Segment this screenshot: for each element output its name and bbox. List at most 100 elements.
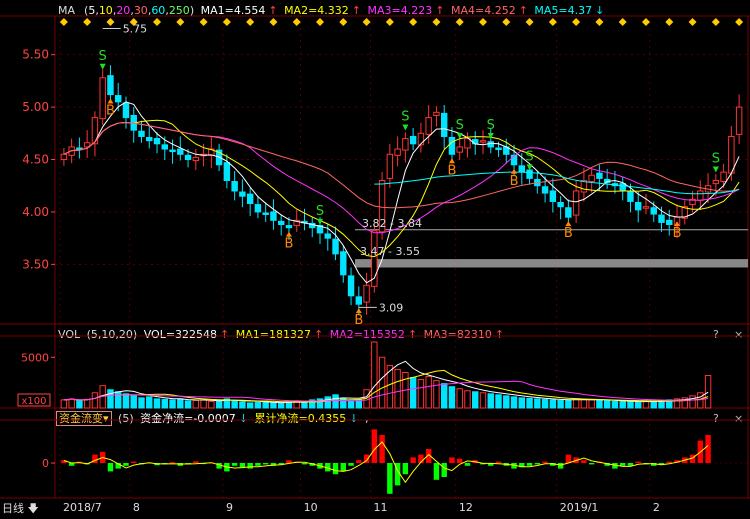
volume-bar bbox=[122, 393, 130, 409]
x-tick-label: 11 bbox=[373, 501, 387, 514]
candle-body bbox=[332, 238, 339, 255]
volume-bar bbox=[177, 398, 184, 409]
volume-bar bbox=[541, 398, 549, 409]
candle-body bbox=[223, 162, 231, 181]
event-marker-icon bbox=[106, 18, 115, 26]
volume-bar bbox=[526, 397, 533, 409]
sell-signal: S bbox=[316, 204, 324, 219]
price-tick-label: 5.00 bbox=[22, 100, 49, 114]
buy-signal: B bbox=[447, 163, 456, 178]
candle-body bbox=[270, 211, 277, 221]
volume-bar bbox=[448, 386, 456, 409]
event-marker-icon bbox=[292, 18, 301, 26]
candle-body bbox=[239, 191, 246, 197]
fund-net-bar bbox=[635, 461, 641, 463]
volume-bar bbox=[91, 392, 99, 409]
event-marker-icon bbox=[153, 18, 162, 26]
volume-bar bbox=[114, 391, 122, 409]
candle-body bbox=[557, 201, 564, 208]
candle-body bbox=[735, 106, 743, 135]
volume-bar bbox=[394, 368, 401, 409]
event-marker-icon bbox=[572, 18, 581, 26]
candle-body bbox=[666, 219, 673, 226]
candle-body bbox=[588, 174, 595, 183]
candle-body bbox=[565, 207, 572, 218]
vol-unit-label: x100 bbox=[21, 396, 46, 407]
candle-body bbox=[635, 201, 642, 211]
sell-arrow-icon bbox=[402, 124, 409, 131]
fund-net-bar bbox=[255, 463, 261, 466]
volume-bar bbox=[588, 399, 595, 409]
candle-body bbox=[184, 154, 192, 161]
volume-bar bbox=[440, 383, 448, 409]
event-marker-icon bbox=[59, 18, 68, 26]
volume-bar bbox=[231, 399, 238, 409]
volume-bar bbox=[324, 396, 331, 409]
volume-bar bbox=[138, 397, 145, 409]
high-label: 5.75 bbox=[123, 22, 148, 35]
volume-bar bbox=[246, 402, 254, 409]
volume-bar bbox=[270, 402, 277, 409]
candle-body bbox=[472, 139, 479, 145]
event-marker-icon bbox=[455, 18, 464, 26]
fund-tick-label: 0 bbox=[42, 457, 49, 470]
volume-bar bbox=[534, 398, 541, 409]
volume-bar bbox=[619, 400, 626, 409]
event-marker-icon bbox=[432, 18, 441, 26]
volume-bar bbox=[557, 399, 564, 409]
fund-net-bar bbox=[356, 460, 362, 463]
volume-bar bbox=[627, 401, 634, 409]
price-tick-label: 3.50 bbox=[22, 257, 49, 271]
volume-bar bbox=[580, 398, 588, 409]
volume-bar bbox=[215, 400, 223, 409]
fund-net-bar bbox=[619, 463, 626, 466]
event-marker-icon bbox=[711, 18, 720, 26]
event-marker-icon bbox=[83, 18, 92, 26]
fund-net-bar bbox=[301, 463, 308, 465]
fund-net-bar bbox=[456, 458, 463, 463]
candle-body bbox=[409, 135, 417, 145]
fund-net-bar bbox=[588, 463, 595, 465]
event-marker-icon bbox=[246, 18, 255, 26]
sell-arrow-icon bbox=[487, 132, 494, 139]
x-tick-label: 2 bbox=[653, 501, 660, 514]
candle-body bbox=[479, 140, 487, 143]
candle-body bbox=[518, 165, 526, 173]
sell-signal: S bbox=[401, 110, 409, 125]
event-marker-icon bbox=[735, 18, 744, 26]
fund-net-bar bbox=[534, 463, 541, 465]
candle-body bbox=[138, 130, 145, 137]
fund-net-bar bbox=[239, 463, 246, 468]
buy-signal: B bbox=[510, 174, 519, 189]
stock-chart: 5.50 5.00 4.50 4.00 3.50 5000 x100 0 2018/7 8 9 10 1… bbox=[0, 15, 750, 514]
event-marker-icon bbox=[502, 18, 511, 26]
sell-signal: S bbox=[525, 149, 533, 164]
vol-tick-label: 5000 bbox=[21, 351, 49, 364]
event-marker-icon bbox=[548, 18, 557, 26]
event-marker-icon bbox=[641, 18, 650, 26]
candle-body bbox=[425, 117, 432, 135]
candle-body bbox=[541, 186, 549, 194]
candle-body bbox=[122, 102, 130, 119]
candle-body bbox=[277, 220, 285, 226]
fund-net-bar bbox=[441, 463, 447, 477]
candle-body bbox=[114, 95, 122, 103]
buy-arrow-icon bbox=[355, 308, 362, 314]
fund-net-bar bbox=[247, 463, 253, 469]
volume-bar bbox=[487, 393, 494, 409]
candle-body bbox=[596, 172, 603, 179]
event-marker-icon bbox=[222, 18, 231, 26]
candle-body bbox=[456, 146, 463, 153]
x-tick-label: 2018/7 bbox=[63, 501, 102, 514]
candle-body bbox=[386, 153, 394, 179]
candle-body bbox=[246, 193, 254, 205]
support-band bbox=[355, 259, 748, 268]
fund-net-bar bbox=[169, 462, 176, 464]
candle-body bbox=[107, 75, 114, 96]
fund-net-bar bbox=[542, 461, 548, 463]
candle-body bbox=[99, 77, 106, 120]
candle-body bbox=[642, 206, 650, 209]
buy-signal: B bbox=[354, 313, 363, 328]
fund-net-bar bbox=[340, 463, 347, 472]
fund-net-bar bbox=[565, 454, 572, 463]
